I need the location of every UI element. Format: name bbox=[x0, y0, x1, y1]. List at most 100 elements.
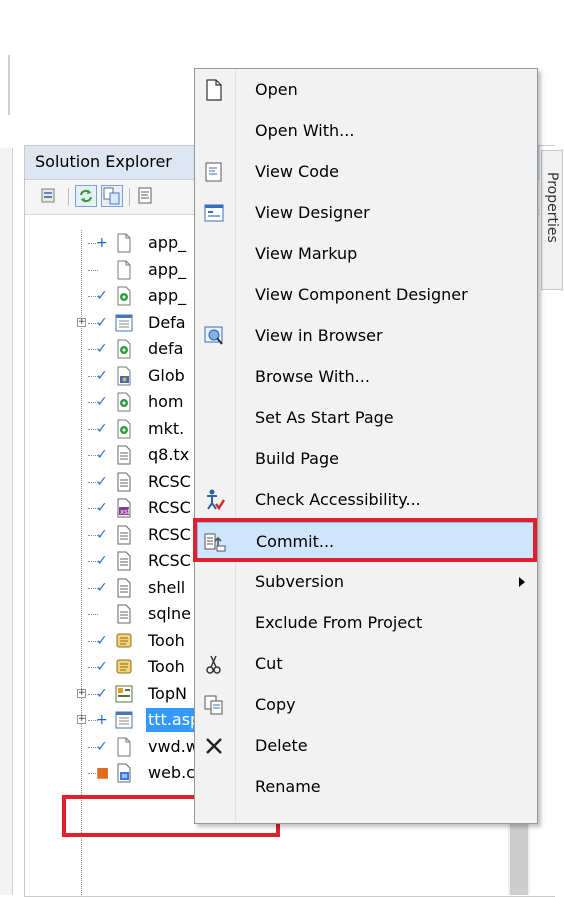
page-icon bbox=[114, 419, 134, 439]
form-icon bbox=[114, 313, 134, 333]
tree-item-label: RCSC bbox=[148, 471, 191, 491]
menu-item-exclude-from-project[interactable]: Exclude From Project bbox=[197, 604, 535, 642]
svn-status-icon: ✓ bbox=[96, 341, 108, 357]
delete-icon bbox=[202, 734, 226, 758]
svn-status-icon: + bbox=[96, 235, 108, 251]
form-icon bbox=[114, 710, 134, 730]
global-asax-icon bbox=[114, 366, 134, 386]
cut-icon bbox=[202, 652, 226, 676]
submenu-arrow-icon bbox=[519, 577, 525, 587]
tree-item-label: hom bbox=[148, 392, 184, 411]
svn-status-icon: ✓ bbox=[96, 473, 108, 490]
menu-item-build-page[interactable]: Build Page bbox=[197, 440, 535, 478]
tree-item-label: Tooh bbox=[148, 657, 185, 676]
config-icon bbox=[114, 763, 134, 783]
tree-item-label: q8.tx bbox=[148, 445, 190, 464]
view-code-icon bbox=[138, 187, 152, 204]
script-icon bbox=[114, 657, 134, 677]
tree-item-label: RCSC bbox=[148, 551, 191, 570]
tree-item-label: sqlne bbox=[148, 604, 191, 623]
menu-item-label: Copy bbox=[255, 695, 296, 714]
menu-item-label: Check Accessibility... bbox=[255, 490, 421, 509]
svg-text:xsl: xsl bbox=[120, 508, 130, 516]
expand-toggle-icon[interactable]: + bbox=[77, 317, 86, 327]
tree-item-label: Glob bbox=[148, 365, 185, 385]
menu-item-browse-with[interactable]: Browse With... bbox=[197, 358, 535, 396]
menu-item-label: Delete bbox=[255, 736, 308, 755]
view-code-toolbar-button[interactable] bbox=[135, 185, 157, 207]
menu-item-open[interactable]: Open bbox=[197, 71, 535, 109]
menu-item-label: Cut bbox=[255, 654, 283, 673]
properties-side-tab-label: Properties bbox=[544, 172, 560, 243]
tree-item-label: RCSC bbox=[148, 498, 191, 517]
menu-item-label: Subversion bbox=[255, 572, 345, 591]
tree-item-label: RCSC bbox=[148, 524, 191, 544]
xml-file-icon: xsl bbox=[114, 498, 134, 518]
expand-toggle-icon[interactable]: + bbox=[77, 688, 86, 698]
svn-status-icon: ✓ bbox=[96, 526, 108, 543]
control-icon bbox=[114, 684, 134, 704]
menu-item-rename[interactable]: Rename bbox=[197, 768, 535, 806]
view-code-icon bbox=[202, 160, 226, 184]
menu-item-label: Exclude From Project bbox=[255, 613, 423, 632]
text-file-icon bbox=[114, 578, 134, 598]
menu-item-view-code[interactable]: View Code bbox=[197, 153, 535, 191]
menu-item-label: View Component Designer bbox=[255, 285, 468, 304]
menu-item-delete[interactable]: Delete bbox=[197, 727, 535, 765]
tree-item-label: app_ bbox=[148, 286, 187, 305]
properties-icon bbox=[41, 188, 55, 203]
menu-item-copy[interactable]: Copy bbox=[197, 686, 535, 724]
svn-status-icon: ✓ bbox=[96, 367, 108, 384]
page-icon bbox=[114, 286, 134, 306]
menu-item-view-in-browser[interactable]: View in Browser bbox=[197, 317, 535, 355]
tree-item-label: mkt. bbox=[148, 418, 185, 438]
svn-status-icon: ✓ bbox=[96, 314, 108, 331]
nest-files-toolbar-button[interactable] bbox=[101, 185, 123, 207]
menu-item-label: Open With... bbox=[255, 121, 355, 140]
blank-file-icon bbox=[114, 233, 134, 253]
refresh-toolbar-button[interactable] bbox=[75, 185, 97, 207]
toolbar-separator bbox=[68, 188, 69, 206]
menu-item-open-with[interactable]: Open With... bbox=[197, 112, 535, 150]
menu-item-label: View Markup bbox=[255, 244, 358, 263]
text-file-icon bbox=[114, 525, 134, 545]
menu-item-label: View Code bbox=[255, 162, 340, 181]
menu-item-label: Build Page bbox=[255, 449, 339, 468]
svn-status-icon: ✓ bbox=[96, 632, 108, 649]
svn-status-icon: ✓ bbox=[96, 447, 108, 463]
left-panel-edge bbox=[0, 148, 13, 895]
svn-status-icon: ✓ bbox=[96, 394, 108, 410]
menu-item-label: View in Browser bbox=[255, 326, 383, 345]
tree-item-label: Tooh bbox=[148, 630, 185, 650]
menu-item-cut[interactable]: Cut bbox=[197, 645, 535, 683]
svn-status-icon: ✓ bbox=[96, 420, 108, 437]
menu-item-set-as-start-page[interactable]: Set As Start Page bbox=[197, 399, 535, 437]
blank-file-icon bbox=[114, 260, 134, 280]
page-icon bbox=[114, 392, 134, 412]
tree-item-label: defa bbox=[148, 339, 184, 358]
svn-status-icon: ✓ bbox=[96, 579, 108, 596]
expand-toggle-icon[interactable]: + bbox=[77, 715, 86, 724]
menu-item-check-accessibility[interactable]: Check Accessibility... bbox=[197, 481, 535, 519]
properties-toolbar-button[interactable] bbox=[38, 185, 60, 207]
tree-item-label: app_ bbox=[148, 259, 187, 279]
menu-item-view-markup[interactable]: View Markup bbox=[197, 235, 535, 273]
copy-icon bbox=[202, 693, 226, 717]
toolbar-separator bbox=[129, 188, 130, 206]
svn-status-icon bbox=[96, 260, 110, 280]
menu-item-view-designer[interactable]: View Designer bbox=[197, 194, 535, 232]
svn-status-icon: ✓ bbox=[96, 738, 108, 755]
menu-item-view-component-designer[interactable]: View Component Designer bbox=[197, 276, 535, 314]
window-edge-rule bbox=[8, 55, 10, 115]
svn-status-icon: ■ bbox=[96, 765, 110, 781]
svn-status-icon: + bbox=[96, 712, 108, 728]
highlight-box-commit bbox=[193, 518, 537, 562]
script-icon bbox=[114, 631, 134, 651]
text-file-icon bbox=[114, 472, 134, 492]
svn-status-icon: ✓ bbox=[96, 500, 108, 516]
tree-item-label: Defa bbox=[148, 312, 186, 332]
tree-item-label: app_ bbox=[148, 233, 187, 252]
menu-item-subversion[interactable]: Subversion bbox=[197, 563, 535, 601]
svn-status-icon: ✓ bbox=[96, 288, 108, 304]
menu-item-label: Set As Start Page bbox=[255, 408, 394, 427]
